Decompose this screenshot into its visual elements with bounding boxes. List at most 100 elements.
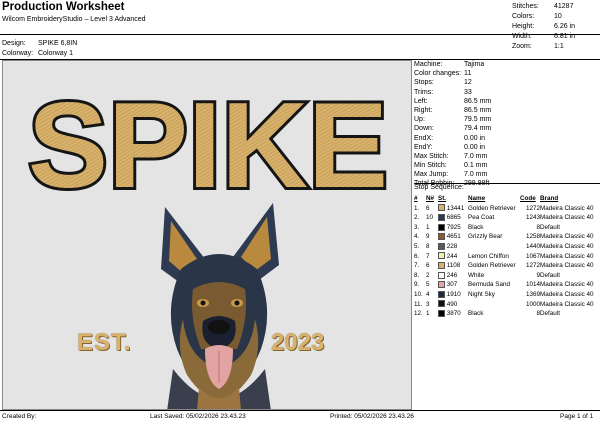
- needle-number: 4: [426, 290, 430, 298]
- thread-code: 1014: [525, 281, 540, 289]
- thread-name: Lemon Chiffon: [468, 252, 509, 260]
- stop-number: 8.: [414, 271, 420, 279]
- machine-info-row: Max Stitch: 7.0 mm: [414, 152, 600, 161]
- stitch-count: 4651: [438, 232, 468, 242]
- last-saved: Last Saved: 05/02/2026 23.43.23: [150, 413, 246, 420]
- colorway-label: Colorway:: [2, 50, 34, 57]
- stitch-count: 246: [438, 271, 468, 281]
- summary-row: Height: 6.26 in: [512, 22, 600, 32]
- thread-brand: Madeira Classic 40: [540, 204, 594, 212]
- color-swatch: [438, 300, 445, 308]
- info-value: 7.0 mm: [464, 152, 488, 160]
- thread-brand: Madeira Classic 40: [540, 252, 594, 260]
- page-number: Page 1 of 1: [560, 413, 594, 420]
- stop-row: 11. 3 490 1000 Madeira Classic 40: [414, 300, 600, 310]
- machine-info-row: EndX: 0.00 in: [414, 134, 600, 143]
- stop-number: 12.: [414, 310, 423, 318]
- machine-info-row: Up: 79.5 mm: [414, 115, 600, 124]
- info-label: Min Stitch:: [414, 162, 447, 170]
- info-label: Max Stitch:: [414, 152, 449, 160]
- color-swatch: [438, 204, 445, 212]
- info-label: Stops:: [414, 79, 434, 87]
- summary-value: 1:1: [554, 43, 564, 50]
- info-value: 0.00 in: [464, 134, 486, 142]
- stitch-count-value: 228: [446, 242, 458, 250]
- info-value: 12: [464, 79, 472, 87]
- color-swatch: [438, 281, 445, 289]
- thread-brand: Madeira Classic 40: [540, 290, 594, 298]
- col-header-code: Code: [520, 195, 536, 202]
- info-value: 7.0 mm: [464, 171, 488, 179]
- color-swatch: [438, 290, 445, 298]
- thread-brand: Default: [540, 310, 560, 318]
- thread-brand: Madeira Classic 40: [540, 214, 594, 222]
- page-title: Production Worksheet: [2, 1, 125, 13]
- info-value: 86.5 mm: [464, 106, 492, 114]
- needle-number: 1: [426, 223, 430, 231]
- info-label: Down:: [414, 125, 434, 133]
- summary-value: 10: [554, 13, 562, 20]
- stop-row: 3. 1 7925 Black 8 Default: [414, 223, 600, 233]
- thread-brand: Madeira Classic 40: [540, 300, 594, 308]
- year-text: 2023: [271, 329, 325, 356]
- stitch-count-value: 490: [446, 300, 458, 308]
- stop-number: 1.: [414, 204, 420, 212]
- header-divider: [0, 34, 600, 35]
- stop-row: 7. 6 1108 Golden Retriever 1272 Madeira Clas…: [414, 261, 600, 271]
- machine-info-row: Max Jump: 7.0 mm: [414, 170, 600, 179]
- stop-row: 6. 7 244 Lemon Chiffon 1067 Madeira Classic …: [414, 252, 600, 262]
- stop-number: 2.: [414, 214, 420, 222]
- needle-number: 2: [426, 271, 430, 279]
- stop-sequence-title: Stop Sequence:: [414, 184, 464, 191]
- col-header-number: #: [414, 195, 418, 202]
- thread-code: 9: [536, 271, 540, 279]
- color-swatch: [438, 271, 445, 279]
- stitch-count-value: 244: [446, 252, 458, 260]
- thread-code: 8: [536, 223, 540, 231]
- stitch-count: 7925: [438, 223, 468, 233]
- machine-info-row: Trims: 33: [414, 88, 600, 97]
- stitch-count: 307: [438, 280, 468, 290]
- color-swatch: [438, 223, 445, 231]
- info-value: 11: [464, 70, 472, 78]
- stitch-count-value: 4651: [446, 233, 461, 241]
- thread-code: 1272: [525, 204, 540, 212]
- needle-number: 6: [426, 204, 430, 212]
- summary-label: Height:: [512, 23, 535, 30]
- thread-code: 1243: [525, 214, 540, 222]
- stop-number: 11.: [414, 300, 423, 308]
- col-header-needle: N#: [426, 195, 435, 202]
- stitch-count: 1910: [438, 290, 468, 300]
- needle-number: 8: [426, 242, 430, 250]
- thread-brand: Default: [540, 271, 560, 279]
- thread-code: 1440: [525, 242, 540, 250]
- thread-code: 8: [536, 310, 540, 318]
- info-label: EndY:: [414, 143, 433, 151]
- stitch-count-value: 13441: [446, 204, 465, 212]
- summary-value: 6.26 in: [554, 23, 576, 30]
- thread-name: Golden Retriever: [468, 204, 516, 212]
- info-value: 33: [464, 88, 472, 96]
- stop-row: 5. 8 228 1440 Madeira Classic 40: [414, 242, 600, 252]
- info-label: EndX:: [414, 134, 434, 142]
- stop-row: 4. 9 4651 Grizzly Bear 1258 Madeira Classic …: [414, 232, 600, 242]
- stitch-count: 6865: [438, 213, 468, 223]
- info-value: 0.00 in: [464, 143, 486, 151]
- thread-brand: Madeira Classic 40: [540, 233, 594, 241]
- stitch-count-value: 307: [446, 281, 458, 289]
- stop-number: 4.: [414, 233, 420, 241]
- summary-stats: Stitches: 41287 Colors: 10 Height: 6.26 in Wid…: [512, 2, 600, 52]
- info-label: Max Jump:: [414, 171, 449, 179]
- info-value: Tajima: [464, 61, 485, 68]
- summary-label: Zoom:: [512, 43, 532, 50]
- stitch-count: 13441: [438, 204, 468, 214]
- thread-brand: Madeira Classic 40: [540, 281, 594, 289]
- design-preview: SPIKE EST. 2023: [2, 60, 412, 410]
- machine-info-row: EndY: 0.00 in: [414, 143, 600, 152]
- thread-code: 1272: [525, 262, 540, 270]
- thread-name: Black: [468, 310, 484, 318]
- stop-number: 3.: [414, 223, 420, 231]
- needle-number: 10: [426, 214, 434, 222]
- stitch-count: 228: [438, 242, 468, 252]
- stop-row: 2. 10 6865 Pea Coat 1243 Madeira Classic 40: [414, 213, 600, 223]
